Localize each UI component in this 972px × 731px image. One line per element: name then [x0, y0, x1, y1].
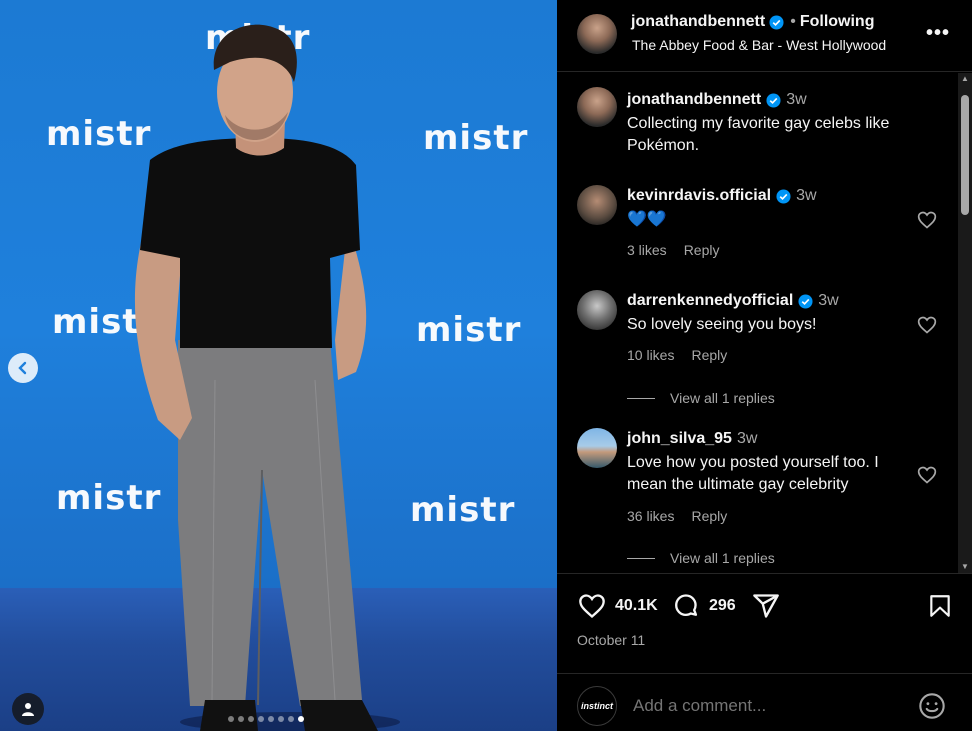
heart-icon[interactable] — [577, 592, 607, 620]
author-username[interactable]: jonathandbennett — [631, 13, 765, 31]
heart-icon[interactable] — [917, 315, 937, 335]
author-avatar[interactable] — [577, 87, 617, 127]
comments-section[interactable]: jonathandbennett 3w Collecting my favori… — [557, 73, 972, 573]
view-replies-label: View all 1 replies — [670, 390, 775, 406]
location-link[interactable]: The Abbey Food & Bar - West Hollywood — [632, 37, 886, 53]
comment-action[interactable]: 296 — [671, 592, 736, 620]
add-comment-bar: instinct — [557, 673, 972, 731]
post-side-panel: jonathandbennett • Following The Abbey F… — [557, 0, 972, 731]
separator-dot: • — [790, 13, 796, 30]
carousel-dots — [228, 716, 304, 722]
chevron-left-icon — [18, 361, 27, 375]
verified-icon — [766, 92, 781, 108]
previous-image-button[interactable] — [8, 353, 38, 383]
comment-username[interactable]: john_silva_95 — [627, 430, 732, 448]
like-count[interactable]: 40.1K — [615, 597, 658, 615]
carousel-dot — [228, 716, 234, 722]
verified-icon — [776, 188, 791, 204]
comment-header: darrenkennedyofficial 3w — [627, 292, 839, 310]
comment-header: john_silva_95 3w — [627, 430, 757, 448]
comment-header: jonathandbennett 3w — [627, 91, 807, 109]
following-button[interactable]: Following — [800, 13, 875, 31]
comment-meta: 10 likes Reply — [627, 347, 727, 363]
comment-count[interactable]: 296 — [709, 597, 736, 615]
more-icon: ••• — [925, 22, 950, 44]
comment-likes[interactable]: 10 likes — [627, 347, 674, 363]
verified-icon — [769, 14, 784, 30]
comment-text: So lovely seeing you boys! — [627, 316, 817, 333]
tagged-users-button[interactable] — [12, 693, 44, 725]
share-icon[interactable] — [751, 592, 781, 620]
carousel-dot — [238, 716, 244, 722]
comment-username[interactable]: darrenkennedyofficial — [627, 292, 793, 310]
comment-input[interactable] — [633, 696, 883, 716]
divider-line — [627, 557, 655, 559]
author-line: jonathandbennett • Following — [631, 13, 874, 31]
user-tag-icon — [22, 703, 34, 716]
like-action[interactable]: 40.1K — [577, 592, 658, 620]
comment-likes[interactable]: 3 likes — [627, 242, 667, 258]
reply-button[interactable]: Reply — [691, 508, 727, 524]
view-replies-button[interactable]: View all 1 replies — [627, 390, 775, 406]
comment-icon[interactable] — [671, 592, 701, 620]
carousel-dot — [288, 716, 294, 722]
current-user-avatar[interactable]: instinct — [577, 686, 617, 726]
comment-likes[interactable]: 36 likes — [627, 508, 674, 524]
view-replies-label: View all 1 replies — [670, 550, 775, 566]
carousel-dot — [278, 716, 284, 722]
comment-text: 💙💙 — [627, 211, 667, 228]
author-avatar[interactable] — [577, 14, 617, 54]
carousel-dot-active — [298, 716, 304, 722]
carousel-dot — [258, 716, 264, 722]
commenter-avatar[interactable] — [577, 185, 617, 225]
comment-text: Love how you posted yourself too. I mean… — [627, 454, 879, 493]
verified-icon — [798, 293, 813, 309]
reply-button[interactable]: Reply — [684, 242, 720, 258]
comment-header: kevinrdavis.official 3w — [627, 187, 817, 205]
comment-time[interactable]: 3w — [786, 91, 806, 109]
more-options-button[interactable]: ••• — [926, 22, 950, 45]
post-header: jonathandbennett • Following The Abbey F… — [557, 0, 972, 72]
comment-time[interactable]: 3w — [796, 187, 816, 205]
emoji-icon[interactable] — [918, 692, 946, 720]
heart-icon[interactable] — [917, 210, 937, 230]
comment-username[interactable]: jonathandbennett — [627, 91, 761, 109]
bookmark-icon[interactable] — [927, 592, 953, 620]
caption-text: Collecting my favorite gay celebs like P… — [627, 115, 890, 154]
action-bar: 40.1K 296 October 11 — [557, 573, 972, 657]
comment-meta: 3 likes Reply — [627, 242, 719, 258]
scroll-up-arrow-icon[interactable]: ▲ — [961, 75, 969, 83]
person-figure — [134, 24, 400, 731]
view-replies-button[interactable]: View all 1 replies — [627, 550, 775, 566]
comments-scrollbar[interactable]: ▲ ▼ — [958, 73, 972, 573]
post-date[interactable]: October 11 — [577, 632, 645, 648]
commenter-avatar[interactable] — [577, 428, 617, 468]
divider-line — [627, 397, 655, 399]
reply-button[interactable]: Reply — [691, 347, 727, 363]
heart-icon[interactable] — [917, 465, 937, 485]
post-photo[interactable]: mistr mistr mistr mistr mistr mistr mist… — [0, 0, 557, 731]
comment-time[interactable]: 3w — [737, 430, 757, 448]
comment-time[interactable]: 3w — [818, 292, 838, 310]
commenter-avatar[interactable] — [577, 290, 617, 330]
carousel-dot — [248, 716, 254, 722]
scroll-down-arrow-icon[interactable]: ▼ — [961, 563, 969, 571]
scrollbar-thumb[interactable] — [961, 95, 969, 215]
carousel-dot — [268, 716, 274, 722]
comment-username[interactable]: kevinrdavis.official — [627, 187, 771, 205]
comment-meta: 36 likes Reply — [627, 508, 727, 524]
